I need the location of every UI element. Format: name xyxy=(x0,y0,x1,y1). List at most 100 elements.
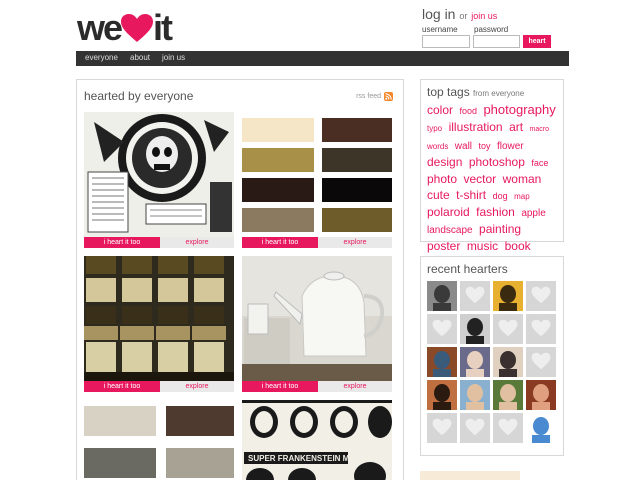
explore-button[interactable]: explore xyxy=(318,237,392,248)
login-title: log in or join us xyxy=(422,6,572,22)
tag-link[interactable]: painting xyxy=(479,222,521,236)
nav-about[interactable]: about xyxy=(130,53,150,62)
tag-link[interactable]: color xyxy=(427,103,453,117)
tag-link[interactable]: music xyxy=(467,239,498,253)
vintage-ad-thumbnail[interactable]: SUPER FRANKENSTEIN MASK xyxy=(242,400,392,480)
tag-link[interactable]: food xyxy=(459,106,477,116)
tag-link[interactable]: apple xyxy=(521,208,545,219)
tag-link[interactable]: dog xyxy=(493,191,508,201)
login-heading: log in xyxy=(422,6,456,22)
tag-link[interactable]: vector xyxy=(463,172,496,186)
hearter-placeholder[interactable] xyxy=(460,413,490,443)
color-swatch xyxy=(242,118,314,142)
tag-link[interactable]: poster xyxy=(427,239,460,253)
tag-link[interactable]: macro xyxy=(530,126,549,133)
login-heart-button[interactable]: heart xyxy=(523,35,551,48)
color-swatch xyxy=(322,148,392,172)
tag-link[interactable]: art xyxy=(509,120,523,134)
tag-link[interactable]: wall xyxy=(455,141,472,152)
explore-button[interactable]: explore xyxy=(318,381,392,392)
top-tags-heading: top tags xyxy=(427,85,470,99)
hearter-placeholder[interactable] xyxy=(427,413,457,443)
jars-photo-thumbnail[interactable] xyxy=(84,256,234,381)
username-input[interactable] xyxy=(422,35,470,48)
hearter-placeholder[interactable] xyxy=(460,281,490,311)
color-swatch xyxy=(322,118,392,142)
nav-bar: everyone about join us xyxy=(76,51,569,66)
heart-it-button[interactable]: i heart it too xyxy=(242,237,318,248)
hearter-avatar[interactable] xyxy=(526,413,556,443)
password-input[interactable] xyxy=(473,35,520,48)
hearter-avatar[interactable] xyxy=(427,281,457,311)
tag-link[interactable]: design xyxy=(427,155,462,169)
image-card[interactable]: i heart it too explore xyxy=(242,112,392,250)
nav-everyone[interactable]: everyone xyxy=(85,53,118,62)
logo-we: we xyxy=(77,7,123,48)
hearter-avatar[interactable] xyxy=(493,347,523,377)
image-card[interactable]: i heart it too explore xyxy=(242,256,392,394)
tag-link[interactable]: fashion xyxy=(476,205,515,219)
username-label: username xyxy=(422,25,458,34)
hearter-avatar[interactable] xyxy=(460,380,490,410)
color-swatch xyxy=(166,406,234,436)
hearter-avatar[interactable] xyxy=(460,347,490,377)
weheartit-logo[interactable]: we it xyxy=(77,7,173,48)
svg-text:SUPER FRANKENSTEIN MASK: SUPER FRANKENSTEIN MASK xyxy=(248,454,366,463)
color-swatch xyxy=(242,148,314,172)
tag-link[interactable]: photoshop xyxy=(469,155,525,169)
rss-feed-link[interactable]: rss feed xyxy=(356,92,393,101)
hearter-avatar[interactable] xyxy=(460,314,490,344)
main-title: hearted by everyone xyxy=(84,89,194,103)
tag-link[interactable]: words xyxy=(427,142,448,151)
tag-link[interactable]: photography xyxy=(483,102,555,117)
illustration-thumbnail[interactable] xyxy=(84,112,234,237)
top-tags-panel: top tags from everyone color food photog… xyxy=(420,79,564,269)
color-swatch xyxy=(84,448,156,478)
hearter-placeholder[interactable] xyxy=(526,281,556,311)
hearter-placeholder[interactable] xyxy=(427,314,457,344)
recent-hearters-panel: recent hearters xyxy=(420,256,564,456)
tag-link[interactable]: map xyxy=(514,192,530,201)
hearter-avatar[interactable] xyxy=(493,281,523,311)
image-card[interactable] xyxy=(84,402,234,480)
heart-it-button[interactable]: i heart it too xyxy=(84,381,160,392)
explore-button[interactable]: explore xyxy=(160,381,234,392)
heart-it-button[interactable]: i heart it too xyxy=(84,237,160,248)
tag-link[interactable]: book xyxy=(505,239,531,253)
tag-link[interactable]: illustration xyxy=(449,120,503,134)
login-box: log in or join us username password hear… xyxy=(422,6,572,48)
image-card[interactable]: SUPER FRANKENSTEIN MASK xyxy=(242,400,392,480)
tag-link[interactable]: typo xyxy=(427,124,442,133)
hearter-avatar[interactable] xyxy=(427,347,457,377)
nav-join-us[interactable]: join us xyxy=(162,53,185,62)
tag-link[interactable]: face xyxy=(531,158,548,168)
hearter-avatar[interactable] xyxy=(526,380,556,410)
rss-label: rss feed xyxy=(356,93,381,100)
join-us-link[interactable]: join us xyxy=(471,11,497,21)
tag-link[interactable]: woman xyxy=(503,172,542,186)
hearter-placeholder[interactable] xyxy=(526,347,556,377)
image-card[interactable]: i heart it too explore xyxy=(84,256,234,394)
explore-button[interactable]: explore xyxy=(160,237,234,248)
tag-link[interactable]: polaroid xyxy=(427,205,470,219)
hearter-avatar[interactable] xyxy=(427,380,457,410)
tag-link[interactable]: toy xyxy=(478,141,490,151)
hearter-placeholder[interactable] xyxy=(526,314,556,344)
heart-icon xyxy=(121,14,154,42)
teapot-photo-thumbnail[interactable] xyxy=(242,256,392,381)
tag-link[interactable]: landscape xyxy=(427,225,473,236)
image-card[interactable]: i heart it too explore xyxy=(84,112,234,250)
palette-thumbnail[interactable] xyxy=(84,402,234,480)
hearter-avatar[interactable] xyxy=(493,380,523,410)
tag-link[interactable]: photo xyxy=(427,172,457,186)
top-tags-title: top tags from everyone xyxy=(427,85,524,99)
tag-link[interactable]: flower xyxy=(497,141,524,152)
heart-it-button[interactable]: i heart it too xyxy=(242,381,318,392)
tag-link[interactable]: t-shirt xyxy=(456,188,486,202)
palette-thumbnail[interactable] xyxy=(242,112,392,237)
tag-link[interactable]: cute xyxy=(427,188,450,202)
hearter-placeholder[interactable] xyxy=(493,413,523,443)
hearter-placeholder[interactable] xyxy=(493,314,523,344)
recent-hearters-title: recent hearters xyxy=(427,262,508,276)
main-panel: hearted by everyone rss feed i heart it … xyxy=(76,79,404,480)
